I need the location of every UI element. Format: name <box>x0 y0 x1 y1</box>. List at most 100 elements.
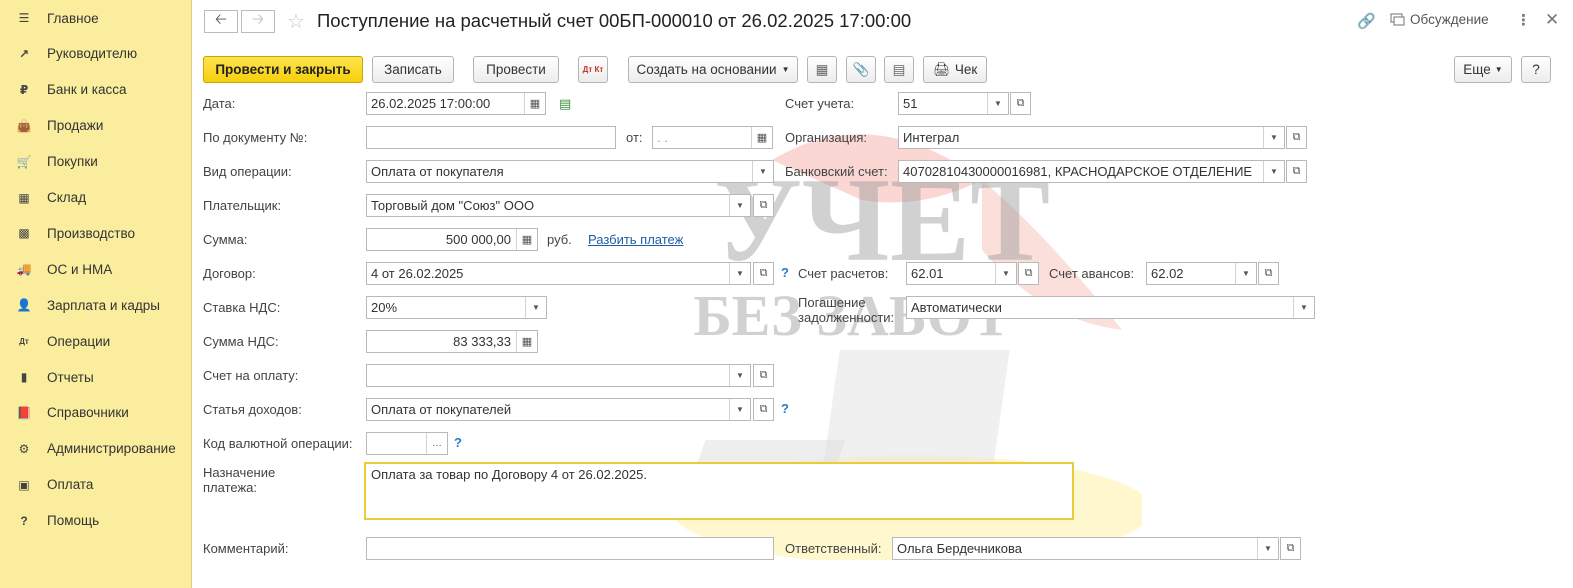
help-button[interactable]: ? <box>1521 56 1551 83</box>
doc-num-field[interactable] <box>366 126 616 149</box>
sidebar-item[interactable]: 🛒 Покупки <box>0 147 191 177</box>
open-bank-account-button[interactable]: ⧉ <box>1286 160 1307 183</box>
ellipsis-icon[interactable]: … <box>426 433 447 454</box>
open-organization-button[interactable]: ⧉ <box>1286 126 1307 149</box>
open-invoice-button[interactable]: ⧉ <box>753 364 774 387</box>
close-icon[interactable]: ✕ <box>1545 10 1559 30</box>
chevron-down-icon[interactable]: ▼ <box>1263 161 1284 182</box>
sidebar-item[interactable]: ↗ Руководителю <box>0 39 191 69</box>
income-help-icon[interactable]: ? <box>781 401 789 416</box>
organization-select[interactable]: Интеграл ▼ <box>898 126 1285 149</box>
arrow-right-icon: 🡢 <box>251 11 265 28</box>
purpose-textarea[interactable]: Оплата за товар по Договору 4 от 26.02.2… <box>364 462 1074 520</box>
chevron-down-icon[interactable]: ▼ <box>525 297 546 318</box>
sidebar-item[interactable]: 📕 Справочники <box>0 398 191 428</box>
responsible-select[interactable]: Ольга Бердечникова ▼ <box>892 537 1279 560</box>
star-icon[interactable]: ☆ <box>287 9 305 34</box>
debt-repayment-select[interactable]: Автоматически ▼ <box>906 296 1315 319</box>
open-advance-account-button[interactable]: ⧉ <box>1258 262 1279 285</box>
split-payment-link[interactable]: Разбить платеж <box>588 232 683 247</box>
more-vert-icon[interactable]: ⋮ <box>1516 11 1531 29</box>
sidebar-item[interactable]: Дт Операции <box>0 326 191 356</box>
sidebar-item[interactable]: ▮ Отчеты <box>0 362 191 392</box>
bank-account-select[interactable]: 40702810430000016981, КРАСНОДАРСКОЕ ОТДЕ… <box>898 160 1285 183</box>
sum-field[interactable]: 500 000,00 ▦ <box>366 228 538 251</box>
post-and-close-button[interactable]: Провести и закрыть <box>203 56 363 83</box>
open-responsible-button[interactable]: ⧉ <box>1280 537 1301 560</box>
chevron-down-icon[interactable]: ▼ <box>729 399 750 420</box>
calendar-icon[interactable]: ▦ <box>524 93 545 114</box>
sidebar-item[interactable]: 👤 Зарплата и кадры <box>0 290 191 320</box>
debt-repayment-label: Погашение задолженности: <box>798 295 895 325</box>
chevron-down-icon[interactable]: ▼ <box>752 161 773 182</box>
vat-rate-select[interactable]: 20% ▼ <box>366 296 547 319</box>
forward-button[interactable]: 🡢 <box>241 10 275 33</box>
chevron-down-icon[interactable]: ▼ <box>729 365 750 386</box>
sidebar-item[interactable]: ▩ Производство <box>0 218 191 248</box>
post-button[interactable]: Провести <box>473 56 559 83</box>
discussion-button[interactable]: Обсуждение <box>1390 12 1489 27</box>
structure-button[interactable]: ▦ <box>807 56 837 83</box>
income-select[interactable]: Оплата от покупателей ▼ <box>366 398 751 421</box>
settlement-account-select[interactable]: 62.01 ▼ <box>906 262 1017 285</box>
calculator-icon[interactable]: ▦ <box>516 229 537 250</box>
account-select[interactable]: 51 ▼ <box>898 92 1009 115</box>
sidebar-item[interactable]: ▣ Оплата <box>0 470 191 500</box>
date-field[interactable]: 26.02.2025 17:00:00 ▦ <box>366 92 546 115</box>
contract-help-icon[interactable]: ? <box>781 265 789 280</box>
operation-select[interactable]: Оплата от покупателя ▼ <box>366 160 774 183</box>
chevron-down-icon[interactable]: ▼ <box>987 93 1008 114</box>
sidebar-item[interactable]: ▦ Склад <box>0 183 191 213</box>
payer-select[interactable]: Торговый дом "Союз" ООО ▼ <box>366 194 751 217</box>
dt-kt-button[interactable]: Дт Кт <box>578 56 608 83</box>
sidebar: ☰ Главное ↗ Руководителю ₽ Банк и касса 👜 Прода… <box>0 0 192 588</box>
comment-field[interactable] <box>366 537 774 560</box>
check-button[interactable]: 🖨 Чек <box>923 56 987 83</box>
chevron-down-icon[interactable]: ▼ <box>729 195 750 216</box>
open-payer-button[interactable]: ⧉ <box>753 194 774 217</box>
sidebar-item[interactable]: ? Помощь <box>0 506 191 536</box>
paperclip-icon: 📎 <box>852 61 870 77</box>
responsible-label: Ответственный: <box>785 541 882 556</box>
settlement-account-value: 62.01 <box>911 266 944 281</box>
print-list-button[interactable]: ▤ <box>884 56 914 83</box>
currency-op-field[interactable]: … <box>366 432 448 455</box>
calculator-icon[interactable]: ▦ <box>516 331 537 352</box>
sidebar-item[interactable]: 🚚 ОС и НМА <box>0 254 191 284</box>
chevron-down-icon[interactable]: ▼ <box>1257 538 1278 559</box>
bar-chart-icon: ▮ <box>20 370 28 384</box>
sidebar-item[interactable]: ☰ Главное <box>0 3 191 33</box>
doc-num-label: По документу №: <box>203 130 308 145</box>
sidebar-item[interactable]: 👜 Продажи <box>0 111 191 141</box>
date-settings-icon[interactable]: ▤ <box>559 96 571 112</box>
create-based-on-button[interactable]: Создать на основании ▼ <box>628 56 798 83</box>
currency-op-help-icon[interactable]: ? <box>454 435 462 450</box>
back-button[interactable]: 🡠 <box>204 10 238 33</box>
chevron-down-icon[interactable]: ▼ <box>995 263 1016 284</box>
save-button[interactable]: Записать <box>372 56 454 83</box>
bag-icon: 👜 <box>16 118 32 133</box>
open-contract-button[interactable]: ⧉ <box>753 262 774 285</box>
sidebar-item[interactable]: ⚙ Администрирование <box>0 434 191 464</box>
invoice-select[interactable]: ▼ <box>366 364 751 387</box>
open-income-button[interactable]: ⧉ <box>753 398 774 421</box>
more-button[interactable]: Еще ▼ <box>1454 56 1512 83</box>
account-label: Счет учета: <box>785 96 855 111</box>
date-label: Дата: <box>203 96 236 111</box>
doc-date-field[interactable]: . . ▦ <box>652 126 773 149</box>
vat-sum-field[interactable]: 83 333,33 ▦ <box>366 330 538 353</box>
link-icon[interactable]: 🔗 <box>1357 12 1376 30</box>
calendar-icon[interactable]: ▦ <box>751 127 772 148</box>
open-settlement-account-button[interactable]: ⧉ <box>1018 262 1039 285</box>
chevron-down-icon[interactable]: ▼ <box>1235 263 1256 284</box>
sidebar-item[interactable]: ₽ Банк и касса <box>0 75 191 105</box>
chevron-down-icon[interactable]: ▼ <box>1293 297 1314 318</box>
open-account-button[interactable]: ⧉ <box>1010 92 1031 115</box>
chevron-down-icon[interactable]: ▼ <box>729 263 750 284</box>
contract-select[interactable]: 4 от 26.02.2025 ▼ <box>366 262 751 285</box>
attach-button[interactable]: 📎 <box>846 56 876 83</box>
chevron-down-icon: ▼ <box>1494 65 1503 74</box>
advance-account-select[interactable]: 62.02 ▼ <box>1146 262 1257 285</box>
chevron-down-icon[interactable]: ▼ <box>1263 127 1284 148</box>
organization-value: Интеграл <box>903 130 960 145</box>
